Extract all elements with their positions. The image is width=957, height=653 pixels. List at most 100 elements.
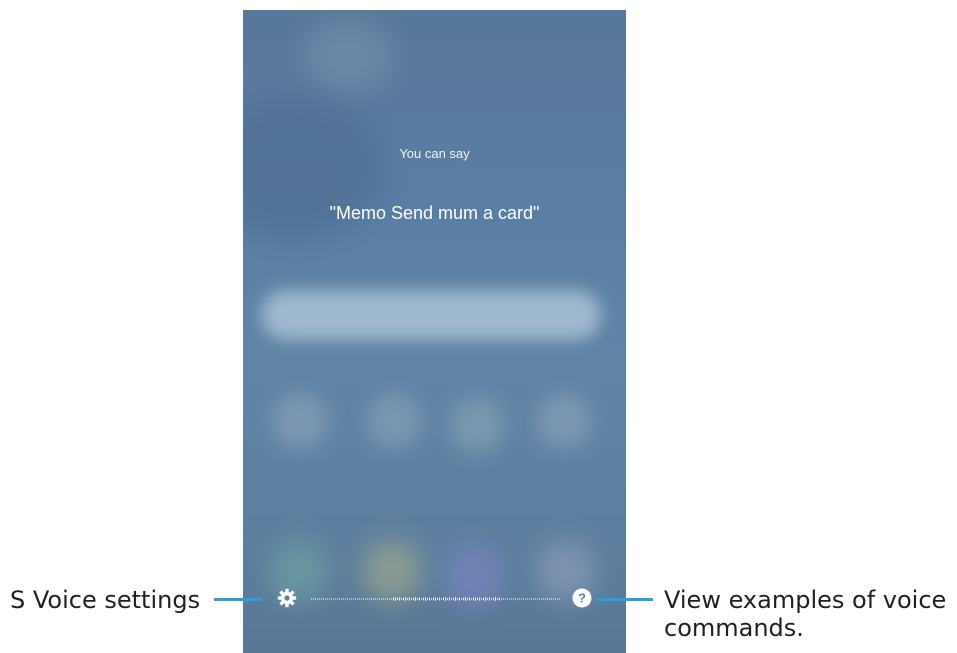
waveform-bar [405, 597, 406, 601]
help-callout-label-line2: commands. [664, 614, 804, 642]
waveform-bar [441, 598, 442, 600]
waveform-bar [335, 598, 336, 600]
waveform-bar [317, 598, 318, 600]
waveform-bar [451, 598, 452, 600]
waveform-bar [403, 597, 404, 601]
help-callout-label-line1: View examples of voice [664, 586, 947, 614]
waveform-bar [511, 598, 512, 600]
help-icon[interactable]: ? [572, 588, 592, 608]
waveform-bar [387, 598, 388, 600]
waveform-bar [425, 597, 426, 601]
waveform-bar [555, 598, 556, 600]
help-callout-line [596, 598, 653, 601]
waveform-bar [461, 598, 462, 600]
waveform-bar [433, 597, 434, 601]
waveform-bar [373, 598, 374, 600]
waveform-bar [367, 598, 368, 600]
waveform-bar [345, 598, 346, 600]
waveform-bar [333, 598, 334, 600]
waveform-bar [399, 597, 400, 601]
waveform-bar [369, 598, 370, 600]
waveform-bar [479, 597, 480, 601]
waveform-bar [311, 598, 312, 600]
waveform-bar [465, 597, 466, 601]
waveform-bar [533, 598, 534, 600]
waveform-bar [471, 598, 472, 600]
waveform-bar [469, 597, 470, 601]
waveform-bar [349, 598, 350, 600]
waveform-bar [447, 597, 448, 601]
waveform-bar [351, 598, 352, 600]
waveform-bar [423, 597, 424, 601]
waveform-bar [527, 598, 528, 600]
waveform-bar [529, 598, 530, 600]
waveform-bar [407, 597, 408, 601]
waveform-bar [463, 597, 464, 601]
waveform-bar [411, 598, 412, 600]
waveform-bar [481, 598, 482, 600]
waveform-bar [437, 597, 438, 601]
waveform-bar [523, 598, 524, 600]
waveform-bar [359, 598, 360, 600]
waveform-bar [473, 597, 474, 601]
waveform-bar [327, 598, 328, 600]
waveform-bar [453, 597, 454, 601]
waveform-bar [371, 598, 372, 600]
waveform-bar [325, 598, 326, 600]
waveform-bar [531, 598, 532, 600]
waveform-bar [549, 598, 550, 600]
waveform-bar [521, 598, 522, 600]
waveform-bar [321, 598, 322, 600]
settings-callout-label: S Voice settings [10, 586, 201, 614]
hint-example: "Memo Send mum a card" [329, 203, 540, 223]
waveform-bar [379, 598, 380, 600]
waveform-bar [313, 598, 314, 600]
waveform-bar [413, 597, 414, 601]
waveform-bar [459, 597, 460, 601]
waveform-bar [355, 598, 356, 600]
waveform-bar [341, 598, 342, 600]
waveform-bar [539, 598, 540, 600]
s-voice-screen: You can say "Memo Send mum a card" ? [243, 10, 626, 653]
waveform-bar [505, 598, 506, 600]
waveform-bar [497, 597, 498, 601]
waveform-bar [421, 598, 422, 600]
waveform-bar [429, 597, 430, 601]
waveform-bar [431, 598, 432, 600]
waveform-bar [439, 597, 440, 601]
waveform-bar [315, 598, 316, 600]
waveform-bar [537, 598, 538, 600]
waveform-bar [457, 597, 458, 601]
waveform-bar [557, 598, 558, 600]
waveform-bar [495, 597, 496, 601]
waveform-bar [323, 598, 324, 600]
waveform-bar [489, 597, 490, 601]
waveform-bar [401, 598, 402, 600]
waveform-bar [467, 597, 468, 601]
blurred-app-icon [535, 392, 593, 450]
waveform-bar [445, 597, 446, 601]
waveform-bar [385, 598, 386, 600]
waveform-bar [517, 598, 518, 600]
waveform-bar [553, 598, 554, 600]
waveform-bar [391, 598, 392, 600]
waveform-bar [361, 598, 362, 600]
waveform-bar [353, 598, 354, 600]
waveform-bar [499, 597, 500, 601]
waveform-bar [519, 598, 520, 600]
blurred-app-icon [365, 392, 423, 450]
waveform-bar [381, 598, 382, 600]
waveform-bar [513, 598, 514, 600]
waveform-bar [409, 597, 410, 601]
waveform-bar [541, 598, 542, 600]
waveform-bar [443, 597, 444, 601]
waveform-bar [375, 598, 376, 600]
waveform-bar [393, 597, 394, 601]
waveform-bar [551, 598, 552, 600]
gear-icon[interactable] [277, 588, 297, 608]
waveform-bar [337, 598, 338, 600]
waveform-bar [559, 598, 560, 600]
voice-control-bar: ? [243, 584, 626, 614]
waveform-bar [319, 598, 320, 600]
svg-text:?: ? [578, 591, 586, 606]
